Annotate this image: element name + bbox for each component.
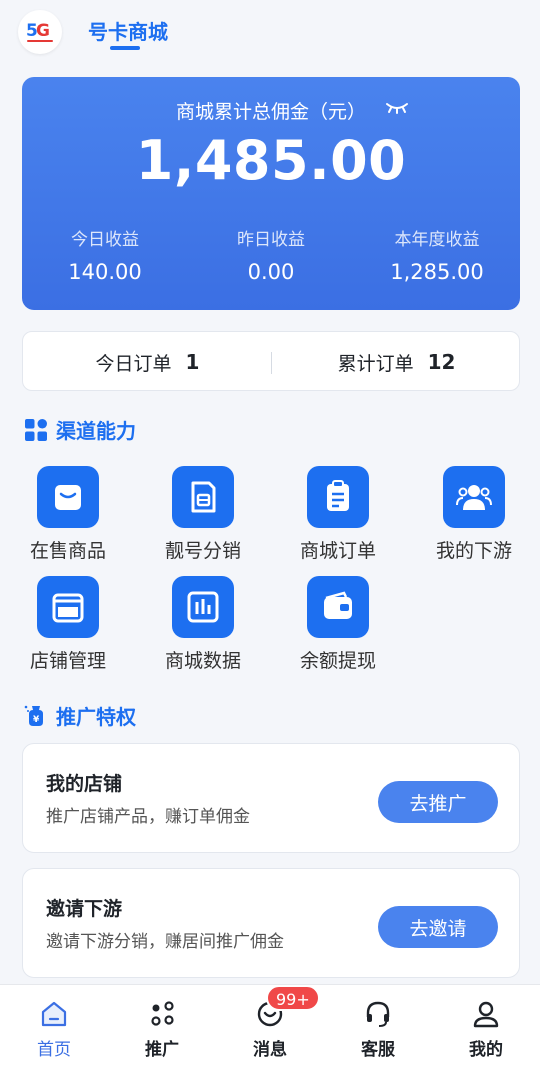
grid-icon	[25, 418, 47, 441]
shopping-bag-icon	[37, 466, 99, 528]
message-count-badge: 99+	[266, 985, 320, 1011]
orders-summary: 今日订单 1 累计订单 12	[22, 331, 520, 391]
tab-label: 首页	[37, 1040, 71, 1060]
card-title: 我的店铺	[46, 773, 123, 795]
storefront-icon	[37, 576, 99, 638]
grid-item-label: 店铺管理	[29, 650, 106, 672]
grid-item-products[interactable]: 在售商品	[8, 466, 128, 563]
grid-item-label: 我的下游	[435, 540, 512, 562]
bar-chart-icon	[172, 576, 234, 638]
promo-card-invite: 邀请下游 邀请下游分销，赚居间推广佣金 去邀请	[22, 868, 520, 978]
commission-total: 1,485.00	[135, 129, 407, 192]
grid-item-label: 余额提现	[299, 650, 376, 672]
today-orders-count: 1	[185, 350, 200, 374]
tab-mine[interactable]: 我的	[432, 985, 540, 1072]
tab-home[interactable]: 首页	[0, 985, 108, 1072]
card-title: 邀请下游	[46, 898, 123, 920]
stat-value: 0.00	[247, 260, 295, 284]
sim-card-icon	[172, 466, 234, 528]
tab-label: 客服	[361, 1040, 395, 1060]
grid-item-data[interactable]: 商城数据	[143, 576, 263, 673]
total-orders[interactable]: 累计订单 12	[272, 332, 521, 392]
promo-section-title: ¥ 推广特权	[24, 701, 136, 730]
grid-item-store[interactable]: 店铺管理	[8, 576, 128, 673]
today-orders-label: 今日订单	[95, 352, 172, 375]
app-header: 5 G 号卡商城	[0, 0, 540, 60]
tab-label: 消息	[253, 1040, 287, 1060]
commission-title: 商城累计总佣金（元）	[175, 101, 366, 123]
grid-item-numbers[interactable]: 靓号分销	[143, 466, 263, 563]
5g-logo-icon: 5 G	[26, 21, 53, 42]
stat-yesterday: 昨日收益 0.00	[188, 225, 354, 284]
grid-item-withdraw[interactable]: 余额提现	[278, 576, 398, 673]
stat-value: 140.00	[68, 260, 142, 284]
tab-active-indicator	[110, 46, 140, 50]
home-icon	[41, 1001, 67, 1027]
promote-button[interactable]: 去推广	[378, 781, 498, 823]
stat-label: 本年度收益	[394, 230, 480, 250]
eye-closed-icon[interactable]	[385, 99, 409, 115]
clipboard-icon	[307, 466, 369, 528]
invite-button[interactable]: 去邀请	[378, 906, 498, 948]
tab-label: 推广	[145, 1040, 179, 1060]
stat-label: 今日收益	[71, 230, 139, 250]
users-icon	[443, 466, 505, 528]
commission-card: 商城累计总佣金（元） 1,485.00 今日收益 140.00 昨日收益 0.0…	[22, 77, 520, 310]
user-icon	[473, 1001, 499, 1028]
grid-item-label: 商城数据	[164, 650, 241, 672]
tab-promote[interactable]: 推广	[108, 985, 216, 1072]
grid-item-label: 商城订单	[299, 540, 376, 562]
wallet-icon	[307, 576, 369, 638]
brand-logo: 5 G	[18, 10, 62, 54]
channel-section-title: 渠道能力	[24, 415, 136, 444]
tab-label: 我的	[469, 1040, 503, 1060]
grid-item-label: 在售商品	[29, 540, 106, 562]
promo-card-store: 我的店铺 推广店铺产品，赚订单佣金 去推广	[22, 743, 520, 853]
card-desc: 邀请下游分销，赚居间推广佣金	[46, 932, 284, 952]
promo-section-label: 推广特权	[56, 705, 136, 729]
channel-section-label: 渠道能力	[56, 419, 136, 443]
svg-text:¥: ¥	[33, 715, 40, 725]
grid-item-orders[interactable]: 商城订单	[278, 466, 398, 563]
money-bag-icon: ¥	[24, 705, 43, 726]
card-desc: 推广店铺产品，赚订单佣金	[46, 807, 250, 827]
stat-today: 今日收益 140.00	[22, 225, 188, 284]
stat-label: 昨日收益	[237, 230, 305, 250]
tab-shop[interactable]: 号卡商城	[88, 16, 168, 45]
today-orders[interactable]: 今日订单 1	[23, 332, 272, 392]
total-orders-label: 累计订单	[337, 352, 414, 375]
grid-item-downstream[interactable]: 我的下游	[414, 466, 534, 563]
tab-support[interactable]: 客服	[324, 985, 432, 1072]
total-orders-count: 12	[427, 350, 456, 374]
headset-icon	[366, 1001, 390, 1027]
svg-text:G: G	[36, 21, 50, 41]
grid-item-label: 靓号分销	[164, 540, 241, 562]
stat-value: 1,285.00	[390, 260, 484, 284]
share-icon	[151, 1001, 174, 1026]
stat-year: 本年度收益 1,285.00	[354, 225, 520, 284]
